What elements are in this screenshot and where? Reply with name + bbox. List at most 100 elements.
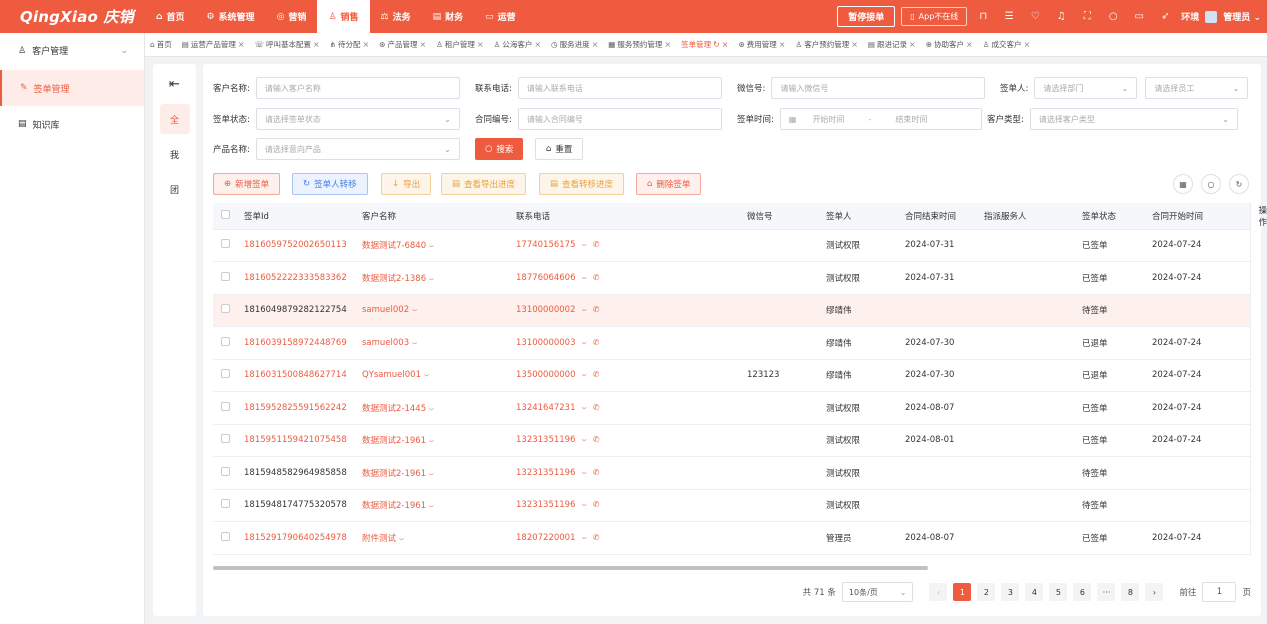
close-icon[interactable]: × — [592, 40, 599, 49]
close-icon[interactable]: × — [966, 40, 973, 49]
row-checkbox[interactable] — [213, 456, 236, 490]
topnav-item-1[interactable]: ⚙ 系统管理 — [195, 0, 265, 33]
page-button[interactable]: 5 — [1049, 583, 1068, 601]
row-checkbox[interactable] — [213, 294, 236, 327]
order-id[interactable]: 1815291790640254978 — [236, 521, 354, 555]
close-icon[interactable]: × — [779, 40, 786, 49]
tab-3[interactable]: ⋔ 待分配 × — [325, 33, 375, 56]
status-select[interactable]: 请选择签单状态 ⌄ — [255, 108, 460, 130]
row-checkbox[interactable] — [213, 359, 236, 392]
scope-tab-mine[interactable]: 我 — [160, 139, 190, 169]
call-icon[interactable]: ✆ — [593, 240, 600, 249]
row-checkbox[interactable] — [213, 424, 236, 457]
avatar[interactable] — [1205, 10, 1218, 23]
customer-name[interactable]: 数据测试2-1961 ⌣ — [354, 424, 508, 457]
shirt-icon[interactable]: ♡ — [1025, 11, 1045, 22]
sidebar-item-sign-orders[interactable]: ✎ 签单管理 — [0, 70, 144, 106]
select-all-checkbox[interactable] — [213, 203, 236, 230]
table-row[interactable]: 1816049879282122754 samuel002 ⌣ 1310000000… — [213, 294, 1251, 327]
reset-button[interactable]: ⌂ 重置 — [535, 138, 584, 160]
sidebar-group-customer[interactable]: ♙ 客户管理 ⌄ — [0, 33, 144, 68]
call-icon[interactable]: ✆ — [593, 273, 600, 282]
phone[interactable]: 13231351196 ⌣ ✆ — [508, 489, 660, 522]
contract-no-input[interactable]: 请输入合同编号 — [517, 108, 722, 130]
wechat-input[interactable]: 请输入微信号 — [771, 77, 986, 99]
scope-tab-all[interactable]: 全 — [159, 104, 190, 134]
next-page-button[interactable]: › — [1145, 583, 1164, 601]
customer-name-input[interactable]: 请输入客户名称 — [255, 77, 460, 99]
table-row[interactable]: 1815948174775320578 数据测试2-1961 ⌣ 132313511… — [213, 489, 1251, 522]
customer-name[interactable]: 数据测试2-1961 ⌣ — [354, 489, 508, 522]
row-checkbox[interactable] — [213, 521, 236, 555]
page-button[interactable]: 6 — [1073, 583, 1092, 601]
wechat-icon[interactable]: ⌣ — [582, 468, 587, 477]
close-icon[interactable]: × — [909, 40, 916, 49]
page-button[interactable]: 3 — [1001, 583, 1020, 601]
search-button[interactable]: ○ 搜索 — [475, 138, 524, 160]
export-progress-button[interactable]: ▤ 查看导出进度 — [441, 173, 527, 195]
app-logo[interactable]: QingXiao 庆销 — [0, 6, 145, 27]
add-order-button[interactable]: ⊕ 新增签单 — [213, 173, 281, 195]
customer-name[interactable]: samuel002 ⌣ — [354, 294, 508, 327]
tab-1[interactable]: ▤ 运营产品管理 × — [177, 33, 250, 56]
transfer-signer-button[interactable]: ↻ 签单人转移 — [292, 173, 368, 195]
call-icon[interactable]: ✆ — [593, 500, 600, 509]
order-id[interactable]: 1816049879282122754 — [236, 294, 354, 327]
phone[interactable]: 13100000002 ⌣ ✆ — [508, 294, 660, 327]
order-id[interactable]: 1815951159421075458 — [236, 424, 354, 457]
close-icon[interactable]: × — [238, 40, 245, 49]
phone[interactable]: 13241647231 ⌣ ✆ — [508, 391, 660, 425]
horizontal-scrollbar[interactable] — [213, 566, 928, 570]
message-icon[interactable]: ▭ — [1129, 11, 1149, 22]
table-row[interactable]: 1815951159421075458 数据测试2-1961 ⌣ 132313511… — [213, 424, 1251, 457]
close-icon[interactable]: × — [313, 40, 320, 49]
phone[interactable]: 13231351196 ⌣ ✆ — [508, 456, 660, 490]
order-id[interactable]: 1816059752002650113 — [236, 229, 354, 262]
tab-5[interactable]: ♙ 租户管理 × — [431, 33, 488, 56]
sign-time-range[interactable]: ▦ 开始时间 - 结束时间 — [779, 108, 982, 130]
topnav-item-2[interactable]: ◎ 营销 — [266, 0, 318, 33]
wechat-icon[interactable]: ⌣ — [582, 370, 587, 379]
refresh-icon[interactable]: ↻ — [1229, 174, 1249, 194]
table-row[interactable]: 1816052222333583362 数据测试2-1386 ⌣ 187760646… — [213, 261, 1251, 295]
env-label[interactable]: 环境 — [1181, 10, 1199, 23]
tab-10[interactable]: ⊛ 费用管理 × — [733, 33, 790, 56]
sidebar-item-knowledge[interactable]: ▤ 知识库 — [0, 106, 144, 142]
phone[interactable]: 13231351196 ⌣ ✆ — [508, 424, 660, 457]
close-icon[interactable]: × — [419, 40, 426, 49]
tab-13[interactable]: ⊕ 协助客户 × — [921, 33, 978, 56]
staff-select[interactable]: 请选择员工 ⌄ — [1145, 77, 1249, 99]
customer-name[interactable]: 数据测试2-1961 ⌣ — [354, 456, 508, 490]
phone[interactable]: 17740156175 ⌣ ✆ — [508, 229, 660, 262]
page-button[interactable]: 4 — [1025, 583, 1044, 601]
tab-9[interactable]: 签单管理 ↻ × — [676, 33, 733, 56]
pause-orders-button[interactable]: 暂停接单 — [837, 6, 896, 27]
customer-name[interactable]: 数据测试2-1386 ⌣ — [354, 261, 508, 295]
wechat-icon[interactable]: ⌣ — [582, 435, 587, 444]
topnav-item-4[interactable]: ⚖ 法务 — [370, 0, 422, 33]
delete-order-button[interactable]: ⌂ 删除签单 — [636, 173, 702, 195]
call-icon[interactable]: ✆ — [593, 338, 600, 347]
call-icon[interactable]: ✆ — [593, 468, 600, 477]
close-icon[interactable]: × — [851, 40, 858, 49]
phone[interactable]: 13500000000 ⌣ ✆ — [508, 359, 660, 392]
search-icon[interactable]: ○ — [1201, 174, 1221, 194]
call-icon[interactable]: ✆ — [593, 435, 600, 444]
table-row[interactable]: 1815948582964985858 数据测试2-1961 ⌣ 132313511… — [213, 456, 1251, 490]
page-button[interactable]: 1 — [953, 583, 972, 601]
table-row[interactable]: 1816039158972448769 samuel003 ⌣ 1310000000… — [213, 326, 1251, 360]
tab-4[interactable]: ⊛ 产品管理 × — [374, 33, 431, 56]
table-row[interactable]: 1816059752002650113 数据测试7-6840 ⌣ 177401561… — [213, 229, 1251, 262]
search-icon[interactable]: ○ — [1103, 11, 1123, 22]
customer-name[interactable]: 数据测试7-6840 ⌣ — [354, 229, 508, 262]
goto-page-input[interactable]: 1 — [1202, 582, 1237, 602]
call-icon[interactable]: ✆ — [593, 533, 600, 542]
table-row[interactable]: 1816031500848627714 QYsamuel001 ⌣ 13500000… — [213, 359, 1251, 392]
close-icon[interactable]: × — [362, 40, 369, 49]
topnav-item-6[interactable]: ▭ 运营 — [474, 0, 527, 33]
prev-page-button[interactable]: ‹ — [929, 583, 948, 601]
customer-name[interactable]: samuel003 ⌣ — [354, 326, 508, 360]
app-status-button[interactable]: ▯ App不在线 — [901, 7, 968, 26]
tab-14[interactable]: ♙ 成交客户 × — [978, 33, 1035, 56]
wechat-icon[interactable]: ⌣ — [582, 338, 587, 347]
